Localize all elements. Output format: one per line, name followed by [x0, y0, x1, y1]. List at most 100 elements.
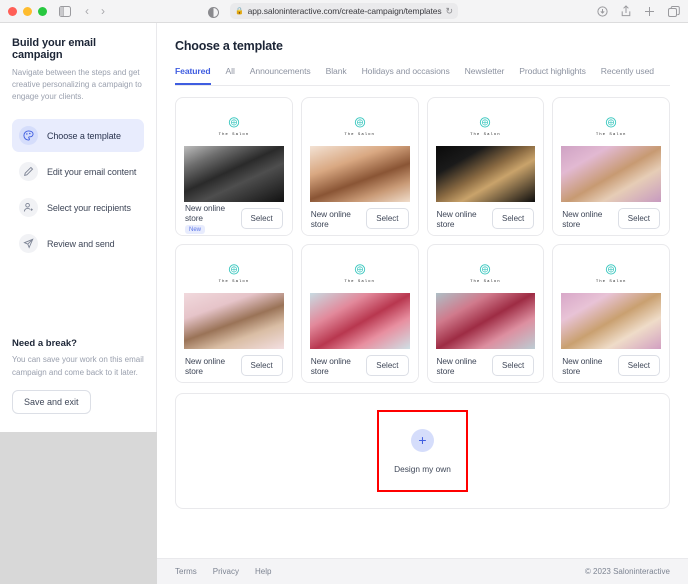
pencil-icon — [19, 162, 38, 181]
save-and-exit-button[interactable]: Save and exit — [12, 390, 91, 414]
browser-window: ‹ › 🔒 app.saloninteractive.com/create-ca… — [0, 0, 688, 584]
brand-name: The Salon — [218, 132, 250, 137]
browser-toolbar: ‹ › 🔒 app.saloninteractive.com/create-ca… — [0, 0, 688, 23]
template-title: New online store — [436, 208, 477, 229]
template-hero-image — [184, 293, 284, 349]
design-my-own-card[interactable]: + Design my own — [175, 393, 670, 509]
select-template-button[interactable]: Select — [240, 208, 283, 229]
template-preview: The Salon — [184, 253, 284, 349]
need-a-break-section: Need a break? You can save your work on … — [12, 338, 144, 432]
downloads-icon[interactable] — [597, 5, 608, 17]
sidebar-item-label: Review and send — [47, 238, 115, 249]
page-content: Build your email campaign Navigate betwe… — [0, 23, 688, 584]
template-card[interactable]: The Salon New online store Select — [175, 244, 293, 383]
tab-featured[interactable]: Featured — [175, 66, 211, 85]
template-meta: New online store — [437, 209, 493, 229]
salon-logo-icon — [228, 116, 240, 128]
campaign-steps: Choose a template Edit your email conten… — [12, 119, 144, 260]
template-title: New online store — [185, 203, 226, 223]
navigation-arrows: ‹ › — [85, 5, 105, 17]
templates-scroll-area: Choose a template Featured All Announcem… — [157, 23, 688, 558]
tab-overview-icon[interactable] — [668, 5, 680, 17]
template-card[interactable]: The Salon New online store Select — [552, 244, 670, 383]
template-preview-header: The Salon — [561, 253, 661, 293]
template-preview: The Salon — [561, 106, 661, 202]
template-preview-header: The Salon — [309, 106, 410, 146]
template-hero-image — [184, 146, 284, 202]
template-preview-header: The Salon — [435, 253, 536, 293]
sidebar-subtitle: Navigate between the steps and get creat… — [12, 68, 142, 101]
sidebar-item-choose-template[interactable]: Choose a template — [12, 119, 144, 152]
sidebar-item-edit-content[interactable]: Edit your email content — [12, 155, 144, 188]
new-tab-icon[interactable] — [644, 6, 655, 17]
template-preview: The Salon — [309, 253, 410, 349]
template-meta: New online store — [311, 209, 367, 229]
template-hero-image — [561, 146, 661, 202]
footer-link-help[interactable]: Help — [255, 567, 271, 576]
salon-logo-icon — [354, 116, 365, 128]
tab-blank[interactable]: Blank — [326, 66, 347, 85]
sidebar-item-label: Select your recipients — [47, 202, 131, 213]
template-card-footer: New online store Select — [553, 349, 669, 382]
forward-button[interactable]: › — [101, 5, 105, 17]
select-template-button[interactable]: Select — [617, 355, 660, 376]
sidebar-title: Build your email campaign — [12, 37, 96, 61]
template-card-footer: New online store Select — [427, 349, 544, 382]
footer-links: Terms Privacy Help — [175, 567, 271, 576]
template-card[interactable]: The Salon New online store Select — [300, 97, 419, 236]
reload-icon[interactable]: ↻ — [445, 6, 453, 17]
template-preview: The Salon — [435, 106, 536, 202]
template-preview-header: The Salon — [435, 106, 536, 146]
footer-link-terms[interactable]: Terms — [175, 567, 197, 576]
select-template-button[interactable]: Select — [492, 355, 535, 376]
template-hero-image — [435, 146, 536, 202]
template-card[interactable]: The Salon New online store Select — [552, 97, 670, 236]
template-card-footer: New online store Select — [176, 349, 292, 382]
select-template-button[interactable]: Select — [366, 208, 409, 229]
plus-icon: + — [411, 428, 434, 452]
brand-name: The Salon — [470, 132, 501, 137]
template-meta: New online store New — [185, 203, 241, 234]
template-preview: The Salon — [309, 106, 410, 202]
template-card[interactable]: The Salon New online store Select — [426, 97, 545, 236]
sidebar-toggle-icon[interactable] — [59, 5, 71, 17]
design-my-own-label: Design my own — [394, 463, 451, 474]
salon-logo-icon — [228, 263, 240, 275]
minimize-window-button[interactable] — [23, 6, 32, 16]
page-footer: Terms Privacy Help © 2023 Saloninteracti… — [157, 558, 688, 584]
template-card[interactable]: The Salon New online store New Select — [175, 97, 293, 236]
salon-logo-icon — [605, 116, 617, 128]
template-card[interactable]: The Salon New online store Select — [426, 244, 545, 383]
select-template-button[interactable]: Select — [240, 355, 283, 376]
template-hero-image — [309, 293, 410, 349]
address-bar[interactable]: 🔒 app.saloninteractive.com/create-campai… — [230, 3, 458, 19]
appearance-icon[interactable] — [208, 7, 219, 18]
brand-name: The Salon — [218, 279, 250, 284]
select-template-button[interactable]: Select — [492, 208, 535, 229]
tab-recently-used[interactable]: Recently used — [601, 66, 654, 85]
back-button[interactable]: ‹ — [85, 5, 89, 17]
maximize-window-button[interactable] — [38, 6, 47, 16]
tab-announcements[interactable]: Announcements — [250, 66, 311, 85]
footer-link-privacy[interactable]: Privacy — [213, 567, 239, 576]
template-meta: New online store — [437, 356, 493, 376]
salon-logo-icon — [480, 263, 491, 275]
salon-logo-icon — [480, 116, 491, 128]
window-traffic-lights — [8, 6, 47, 16]
sidebar-item-review-send[interactable]: Review and send — [12, 227, 144, 260]
tab-newsletter[interactable]: Newsletter — [465, 66, 505, 85]
select-template-button[interactable]: Select — [366, 355, 409, 376]
template-card[interactable]: The Salon New online store Select — [300, 244, 419, 383]
sidebar-item-select-recipients[interactable]: Select your recipients — [12, 191, 144, 224]
main-content: Choose a template Featured All Announcem… — [157, 23, 688, 584]
template-grid: The Salon New online store New Select The Sa… — [157, 86, 688, 393]
template-card-footer: New online store Select — [553, 202, 669, 235]
template-title: New online store — [562, 355, 603, 376]
tab-holidays-and-occasions[interactable]: Holidays and occasions — [362, 66, 450, 85]
template-preview-header: The Salon — [561, 106, 661, 146]
close-window-button[interactable] — [8, 6, 17, 16]
select-template-button[interactable]: Select — [617, 208, 660, 229]
tab-product-highlights[interactable]: Product highlights — [519, 66, 586, 85]
share-icon[interactable] — [621, 5, 631, 17]
tab-all[interactable]: All — [226, 66, 235, 85]
